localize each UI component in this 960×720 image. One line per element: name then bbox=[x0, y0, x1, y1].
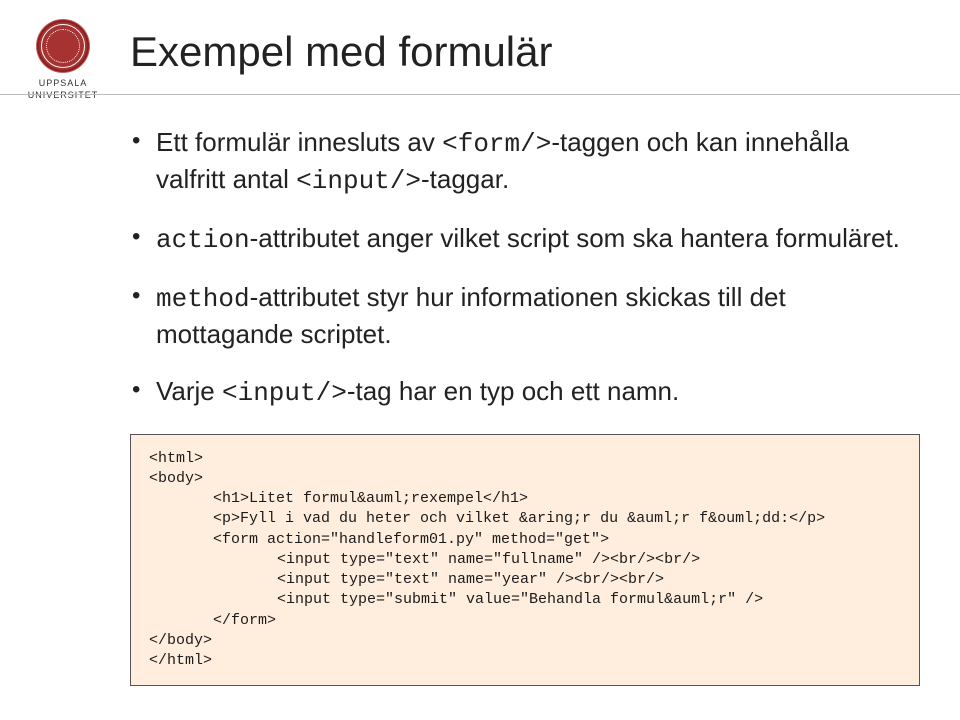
bullet-text: -tag har en typ och ett namn. bbox=[347, 376, 679, 406]
university-logo: UPPSALA UNIVERSITET bbox=[18, 20, 108, 101]
code-line: <input type="text" name="fullname" /><br… bbox=[149, 550, 901, 570]
bullet-item: method-attributet styr hur informationen… bbox=[130, 280, 920, 352]
slide-content: Exempel med formulär Ett formulär innesl… bbox=[130, 28, 920, 686]
title-divider bbox=[0, 94, 960, 95]
logo-text-line2: UNIVERSITET bbox=[18, 90, 108, 102]
inline-code: <input/> bbox=[222, 378, 347, 408]
bullet-item: Varje <input/>-tag har en typ och ett na… bbox=[130, 374, 920, 411]
bullet-item: Ett formulär innesluts av <form/>-taggen… bbox=[130, 125, 920, 199]
seal-icon bbox=[37, 20, 89, 72]
inline-code: <input/> bbox=[296, 166, 421, 196]
code-line: </html> bbox=[149, 652, 212, 669]
bullet-text: Varje bbox=[156, 376, 222, 406]
code-line: <body> bbox=[149, 470, 203, 487]
bullet-text: -taggar. bbox=[421, 164, 509, 194]
code-line: <form action="handleform01.py" method="g… bbox=[149, 530, 901, 550]
inline-code: action bbox=[156, 225, 250, 255]
inline-code: method bbox=[156, 284, 250, 314]
bullet-text: -attributet anger vilket script som ska … bbox=[250, 223, 900, 253]
bullet-list: Ett formulär innesluts av <form/>-taggen… bbox=[130, 125, 920, 412]
logo-text-line1: UPPSALA bbox=[18, 78, 108, 90]
code-line: <h1>Litet formul&auml;rexempel</h1> bbox=[149, 489, 901, 509]
bullet-text: Ett formulär innesluts av bbox=[156, 127, 442, 157]
slide-title: Exempel med formulär bbox=[130, 28, 920, 76]
bullet-text: -attributet styr hur informationen skick… bbox=[156, 282, 786, 349]
code-line: <p>Fyll i vad du heter och vilket &aring… bbox=[149, 509, 901, 529]
bullet-item: action-attributet anger vilket script so… bbox=[130, 221, 920, 258]
code-line: </form> bbox=[149, 611, 901, 631]
code-example: <html> <body> <h1>Litet formul&auml;rexe… bbox=[130, 434, 920, 687]
code-line: <input type="submit" value="Behandla for… bbox=[149, 590, 901, 610]
code-line: </body> bbox=[149, 632, 212, 649]
inline-code: <form/> bbox=[442, 129, 551, 159]
code-line: <html> bbox=[149, 450, 203, 467]
code-line: <input type="text" name="year" /><br/><b… bbox=[149, 570, 901, 590]
